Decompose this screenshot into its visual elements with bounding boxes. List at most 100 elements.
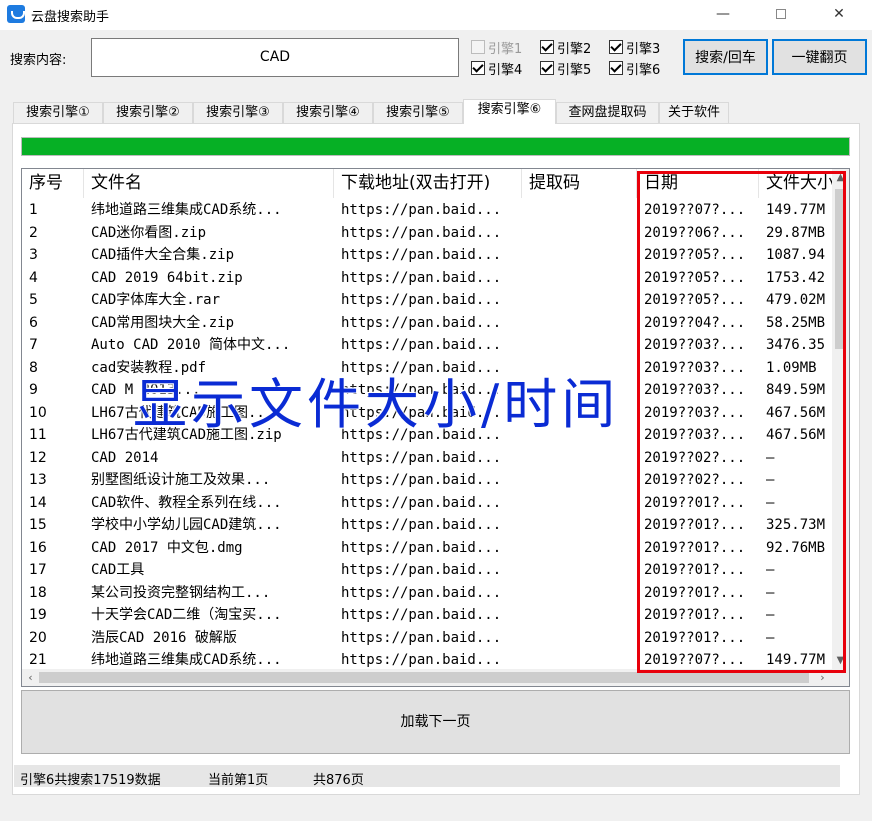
cell-extract-code — [522, 559, 637, 582]
vertical-scroll-thumb[interactable] — [835, 189, 846, 349]
cell-date: 2019??01?... — [644, 607, 746, 623]
checkbox-box[interactable] — [540, 61, 554, 75]
engine-checkbox-3[interactable]: 引擎3 — [609, 38, 660, 57]
table-row[interactable]: 13 别墅图纸设计施工及效果... https://pan.baid... 2019?… — [22, 469, 830, 492]
checkbox-box[interactable] — [471, 61, 485, 75]
tab-6[interactable]: 搜索引擎⑥ — [463, 99, 556, 124]
scroll-left-icon[interactable]: ‹ — [22, 669, 39, 686]
tab-3[interactable]: 搜索引擎③ — [193, 102, 283, 123]
search-button[interactable]: 搜索/回车 — [683, 39, 768, 75]
engine-checkbox-4[interactable]: 引擎4 — [471, 59, 523, 78]
scroll-down-icon[interactable]: ▼ — [832, 652, 849, 669]
table-row[interactable]: 16 CAD 2017 中文包.dmg https://pan.baid... 201… — [22, 537, 830, 560]
tab-7[interactable]: 查网盘提取码 — [556, 102, 659, 123]
header-filename[interactable]: 文件名 — [84, 169, 334, 198]
status-total-pages: 共876页 — [313, 773, 364, 788]
table-row[interactable]: 6 CAD常用图块大全.zip https://pan.baid... 2019??0… — [22, 312, 830, 335]
table-row[interactable]: 5 CAD字体库大全.rar https://pan.baid... 2019??05… — [22, 289, 830, 312]
cell-file-size: 467.56M — [766, 404, 826, 421]
checkbox-box[interactable] — [540, 40, 554, 54]
scroll-up-icon[interactable]: ▲ — [832, 169, 849, 186]
horizontal-scroll-thumb[interactable] — [39, 672, 809, 683]
tab-8[interactable]: 关于软件 — [659, 102, 729, 123]
table-body[interactable]: 1 纬地道路三维集成CAD系统... https://pan.baid... 2019… — [22, 199, 830, 672]
engine-checkbox-2[interactable]: 引擎2 — [540, 38, 591, 57]
table-row[interactable]: 9 CAD M 2013... https://pan.baid... 2019??0… — [22, 379, 830, 402]
table-row[interactable]: 10 LH67古代建筑CAD施工图... https://pan.baid... 20… — [22, 402, 830, 425]
table-row[interactable]: 12 CAD 2014 https://pan.baid... 2019??02?..… — [22, 447, 830, 470]
cell-download-url: https://pan.baid... — [341, 629, 502, 646]
load-next-page-button[interactable]: 加载下一页 — [21, 690, 850, 754]
header-index[interactable]: 序号 — [22, 169, 84, 198]
tab-4[interactable]: 搜索引擎④ — [283, 102, 373, 123]
header-file-size[interactable]: 文件大小 — [759, 169, 839, 198]
cell-download-url: https://pan.baid... — [341, 517, 502, 533]
cell-download-url: https://pan.baid... — [341, 314, 502, 331]
cell-file-size: 29.87MB — [766, 224, 826, 241]
search-input[interactable]: CAD — [91, 38, 459, 77]
cell-file-size: 325.73M — [766, 517, 826, 533]
engine-checkbox-6[interactable]: 引擎6 — [609, 59, 660, 78]
window-title: 云盘搜索助手 — [31, 10, 110, 25]
vertical-scrollbar[interactable]: ▲ ▼ — [832, 169, 849, 669]
engine-checkbox-label: 引擎1 — [488, 41, 523, 57]
cell-download-url: https://pan.baid... — [341, 269, 502, 286]
search-label: 搜索内容: — [10, 53, 67, 68]
cell-filename: LH67古代建筑CAD施工图.zip — [91, 427, 282, 443]
cell-index: 8 — [29, 359, 38, 376]
cell-extract-code — [522, 244, 637, 267]
cell-date: 2019??01?... — [644, 517, 746, 533]
horizontal-scrollbar[interactable]: ‹ › — [22, 669, 849, 686]
table-row[interactable]: 18 某公司投资完整钢结构工... https://pan.baid... 2019?… — [22, 582, 830, 605]
flip-pages-button[interactable]: 一键翻页 — [772, 39, 867, 75]
cell-filename: CAD常用图块大全.zip — [91, 314, 235, 331]
engine-checkbox-5[interactable]: 引擎5 — [540, 59, 591, 78]
cell-filename: CAD软件、教程全系列在线... — [91, 494, 282, 511]
cell-index: 2 — [29, 224, 38, 241]
table-row[interactable]: 7 Auto CAD 2010 简体中文... https://pan.baid..… — [22, 334, 830, 357]
cell-filename: CAD 2017 中文包.dmg — [91, 539, 243, 556]
table-row[interactable]: 1 纬地道路三维集成CAD系统... https://pan.baid... 2019… — [22, 199, 830, 222]
cell-index: 14 — [29, 494, 47, 511]
cell-extract-code — [522, 222, 637, 245]
scroll-right-icon[interactable]: › — [814, 669, 831, 686]
cell-filename: 学校中小学幼儿园CAD建筑... — [91, 517, 282, 533]
table-row[interactable]: 3 CAD插件大全合集.zip https://pan.baid... 2019??0… — [22, 244, 830, 267]
cell-file-size: — — [766, 584, 775, 601]
cell-filename: CAD M 2013... — [91, 382, 201, 398]
tab-5[interactable]: 搜索引擎⑤ — [373, 102, 463, 123]
table-row[interactable]: 8 cad安装教程.pdf https://pan.baid... 2019??03?… — [22, 357, 830, 380]
cell-date: 2019??03?... — [644, 382, 746, 398]
cell-file-size: — — [766, 629, 775, 646]
maximize-button[interactable] — [758, 0, 804, 30]
engine-checkbox-label: 引擎4 — [488, 62, 523, 78]
cell-filename: CAD 2019 64bit.zip — [91, 269, 243, 286]
cell-date: 2019??05?... — [644, 292, 746, 308]
table-row[interactable]: 19 十天学会CAD二维（淘宝买... https://pan.baid... 201… — [22, 604, 830, 627]
table-row[interactable]: 20 浩辰CAD 2016 破解版 https://pan.baid... 2019?… — [22, 627, 830, 650]
tab-2[interactable]: 搜索引擎② — [103, 102, 193, 123]
cell-date: 2019??07?... — [644, 202, 746, 218]
cell-file-size: — — [766, 449, 775, 466]
cell-index: 20 — [29, 629, 47, 646]
header-extract-code[interactable]: 提取码 — [522, 169, 637, 198]
cell-filename: CAD工具 — [91, 562, 145, 578]
checkbox-box[interactable] — [609, 40, 623, 54]
header-date[interactable]: 日期 — [637, 169, 759, 198]
checkbox-box[interactable] — [609, 61, 623, 75]
table-row[interactable]: 17 CAD工具 https://pan.baid... 2019??01?... — — [22, 559, 830, 582]
tab-1[interactable]: 搜索引擎① — [13, 102, 103, 123]
results-table[interactable]: 序号 文件名 下载地址(双击打开) 提取码 日期 文件大小 1 纬地道路三维集成CAD系统.… — [21, 168, 850, 687]
table-row[interactable]: 11 LH67古代建筑CAD施工图.zip https://pan.baid... 2… — [22, 424, 830, 447]
table-row[interactable]: 14 CAD软件、教程全系列在线... https://pan.baid... 201… — [22, 492, 830, 515]
header-download-url[interactable]: 下载地址(双击打开) — [334, 169, 522, 198]
cell-extract-code — [522, 289, 637, 312]
cell-file-size: 1087.94 — [766, 247, 826, 263]
cell-file-size: 149.77M — [766, 202, 826, 218]
table-row[interactable]: 2 CAD迷你看图.zip https://pan.baid... 2019??06?… — [22, 222, 830, 245]
table-row[interactable]: 4 CAD 2019 64bit.zip https://pan.baid... 20… — [22, 267, 830, 290]
close-button[interactable]: ✕ — [816, 0, 862, 30]
cell-date: 2019??01?... — [644, 562, 746, 578]
minimize-button[interactable]: — — [700, 0, 746, 30]
table-row[interactable]: 15 学校中小学幼儿园CAD建筑... https://pan.baid... 201… — [22, 514, 830, 537]
